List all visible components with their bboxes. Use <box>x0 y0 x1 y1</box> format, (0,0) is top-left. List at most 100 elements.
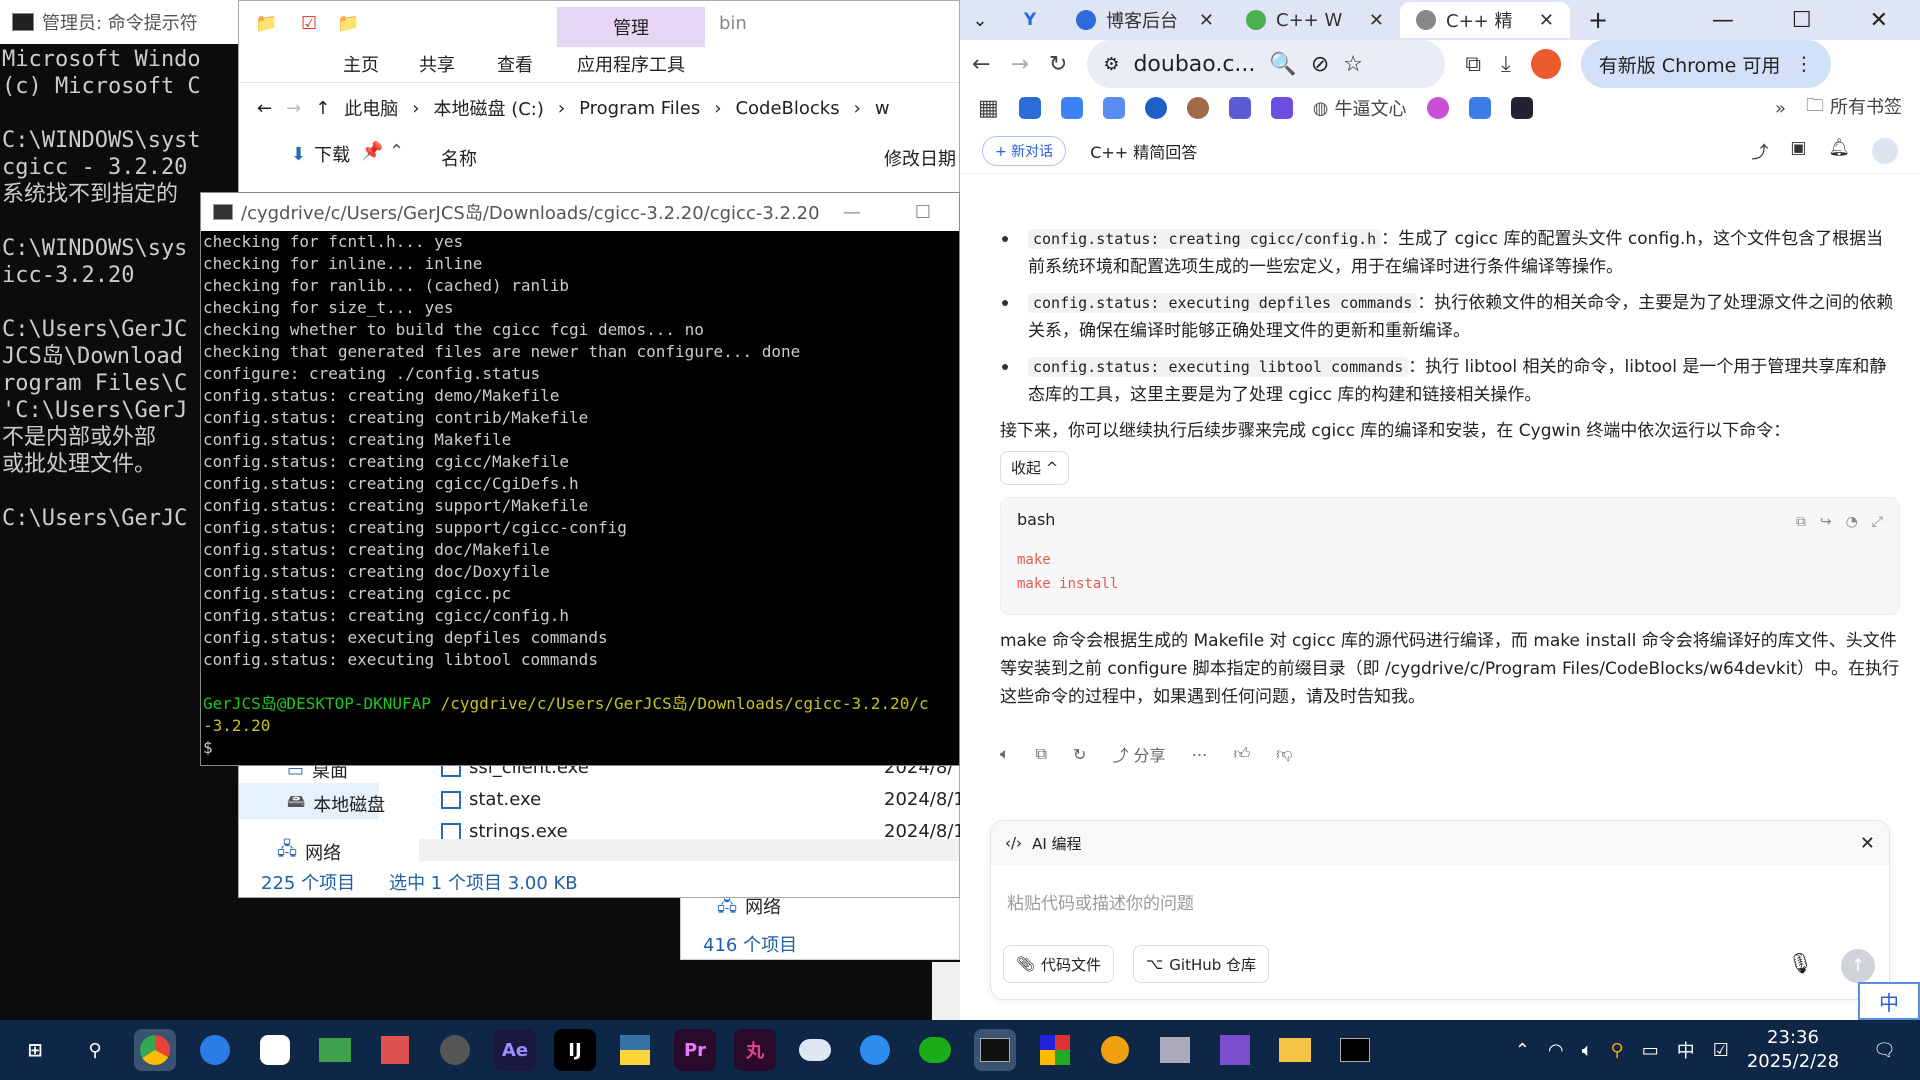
regenerate-icon[interactable]: ↻ <box>1073 745 1086 764</box>
browser-icon[interactable] <box>194 1029 236 1071</box>
download-icon[interactable]: ⤓ <box>1501 52 1511 77</box>
chat-input[interactable]: 粘贴代码或描述你的问题 <box>1007 889 1194 914</box>
chevron-up-icon[interactable]: ⌃ <box>389 141 404 162</box>
app-icon[interactable] <box>254 1029 296 1071</box>
app-icon[interactable] <box>1094 1029 1136 1071</box>
all-bookmarks[interactable]: 🗀 所有书签 <box>1806 93 1902 123</box>
collapse-button[interactable]: 收起 ^ <box>1000 451 1070 485</box>
ime-indicator[interactable]: 中 <box>1858 982 1920 1020</box>
tab-search-icon[interactable]: ⌄ <box>960 10 1000 31</box>
tab-blog[interactable]: 博客后台 ✕ <box>1060 2 1230 38</box>
tab-view[interactable]: 查看 <box>497 51 533 77</box>
bookmark-icon[interactable] <box>1018 97 1041 119</box>
bookmark-icon[interactable] <box>1144 97 1167 119</box>
crumb-3[interactable]: CodeBlocks <box>735 98 839 119</box>
close-icon[interactable]: ✕ <box>1369 10 1384 31</box>
bell-icon[interactable]: 🔔︎ <box>1828 138 1850 164</box>
cmd-titlebar[interactable]: 管理员: 命令提示符 <box>0 0 238 44</box>
maximize-icon[interactable]: ☐ <box>1792 8 1812 33</box>
properties-icon[interactable]: ☑ <box>301 13 317 34</box>
history-icon[interactable]: ▣ <box>1790 138 1806 164</box>
google-translate-icon[interactable] <box>1102 97 1125 119</box>
volume-icon[interactable]: 🔈︎ <box>1582 1040 1593 1061</box>
visual-studio-icon[interactable] <box>1214 1029 1256 1071</box>
tab-cpp-w[interactable]: C++ W ✕ <box>1230 2 1400 38</box>
tab-app-tools[interactable]: 应用程序工具 <box>577 51 685 77</box>
update-chrome-button[interactable]: 有新版 Chrome 可用 ⋮ <box>1580 40 1832 88</box>
app-icon[interactable] <box>374 1029 416 1071</box>
python-icon[interactable] <box>614 1029 656 1071</box>
file-explorer-icon[interactable] <box>1274 1029 1316 1071</box>
new-tab-icon[interactable]: + <box>1570 6 1608 34</box>
tab-cpp-active[interactable]: C++ 精 ✕ <box>1400 2 1570 38</box>
search-icon[interactable]: ⚲ <box>74 1029 116 1071</box>
crumb-2[interactable]: Program Files <box>579 98 700 119</box>
bookmark-icon[interactable] <box>1468 97 1491 119</box>
send-icon[interactable]: ↑ <box>1841 949 1875 983</box>
search-tray-icon[interactable]: ⚲ <box>1611 1040 1624 1061</box>
forward-icon[interactable]: → <box>286 98 301 119</box>
close-icon[interactable]: ✕ <box>1860 833 1875 854</box>
intellij-icon[interactable]: IJ <box>554 1029 596 1071</box>
column-header-name[interactable]: 名称 <box>441 145 477 171</box>
nav-item-local-disk[interactable]: 🖴 本地磁盘 <box>287 789 385 819</box>
omnibox[interactable]: ⚙ doubao.c... 🔍 ⊘ ☆ <box>1087 40 1446 88</box>
wechat-icon[interactable] <box>914 1029 956 1071</box>
minimize-icon[interactable]: — <box>843 202 861 223</box>
file-row[interactable]: stat.exe <box>441 789 541 810</box>
maximize-icon[interactable]: ☐ <box>915 202 931 223</box>
share-icon[interactable]: ↪ <box>1820 508 1832 536</box>
wifi-icon[interactable]: ◠ <box>1548 1040 1564 1061</box>
copy-icon[interactable]: ⧉ <box>1796 508 1806 536</box>
eye-off-icon[interactable]: ⊘ <box>1311 52 1329 77</box>
microphone-icon[interactable]: 🎙︎ <box>1788 951 1813 975</box>
address-bar[interactable]: ← → ↑ 此电脑 › 本地磁盘 (C:) › Program Files › … <box>239 91 959 125</box>
star-icon[interactable]: ☆ <box>1343 52 1363 77</box>
more-icon[interactable]: ⋯ <box>1192 745 1208 764</box>
bookmark-icon[interactable] <box>1426 97 1449 119</box>
crumb-1[interactable]: 本地磁盘 (C:) <box>433 95 543 121</box>
app-icon[interactable] <box>1154 1029 1196 1071</box>
run-icon[interactable]: ◔ <box>1846 508 1858 536</box>
url-text[interactable]: doubao.c... <box>1133 52 1255 77</box>
extensions-icon[interactable]: ⧉ <box>1465 52 1481 77</box>
notification-icon[interactable]: 🗨︎ <box>1873 1040 1896 1061</box>
close-window-icon[interactable]: ✕ <box>1870 8 1888 33</box>
cygwin-titlebar[interactable]: /cygdrive/c/Users/GerJCS岛/Downloads/cgic… <box>201 193 959 231</box>
bookmark-niubi[interactable]: ◍ 牛逼文心 <box>1313 95 1407 121</box>
expand-icon[interactable]: ⤢ <box>1872 508 1883 536</box>
yuque-tab-icon[interactable]: Y <box>1000 10 1060 30</box>
cmd-taskbar-icon[interactable] <box>1334 1029 1376 1071</box>
horizontal-scrollbar[interactable] <box>419 839 959 861</box>
forward-icon[interactable]: → <box>1010 52 1028 77</box>
close-icon[interactable]: ✕ <box>1199 10 1214 31</box>
code-file-button[interactable]: 📎︎ 代码文件 <box>1003 945 1115 983</box>
app-icon[interactable] <box>314 1029 356 1071</box>
more-icon[interactable]: ⋮ <box>1794 53 1813 75</box>
overflow-icon[interactable]: » <box>1775 98 1786 119</box>
clock[interactable]: 23:36 2025/2/28 <box>1747 1026 1839 1074</box>
checkbox-icon[interactable]: ☑ <box>1713 1040 1729 1061</box>
up-icon[interactable]: ↑ <box>315 98 330 119</box>
search-icon[interactable]: 🔍 <box>1269 52 1296 77</box>
app-icon[interactable] <box>1034 1029 1076 1071</box>
apps-grid-icon[interactable]: ▦ <box>978 96 999 121</box>
close-icon[interactable]: ✕ <box>1539 10 1554 31</box>
app-icon[interactable] <box>854 1029 896 1071</box>
share-icon[interactable]: ⤴ <box>1751 138 1768 164</box>
cygwin-terminal[interactable]: /cygdrive/c/Users/GerJCS岛/Downloads/cgic… <box>200 192 960 766</box>
bookmark-icon[interactable] <box>1510 97 1533 119</box>
ime-tray[interactable]: 中 <box>1677 1037 1695 1063</box>
translate-icon[interactable] <box>1060 97 1083 119</box>
reload-icon[interactable]: ↻ <box>1049 52 1067 77</box>
chrome-taskbar-icon[interactable] <box>134 1029 176 1071</box>
start-icon[interactable]: ⊞ <box>14 1029 56 1071</box>
cmd-scrollbar[interactable] <box>932 962 960 1020</box>
premiere-icon[interactable]: Pr <box>674 1029 716 1071</box>
copy-icon[interactable]: ⧉ <box>1036 744 1047 764</box>
app-icon[interactable]: 丸 <box>734 1029 776 1071</box>
back-icon[interactable]: ← <box>972 52 990 77</box>
new-folder-icon[interactable]: 📁 <box>337 13 359 34</box>
back-icon[interactable]: ← <box>257 98 272 119</box>
bookmark-icon[interactable] <box>1270 97 1293 119</box>
